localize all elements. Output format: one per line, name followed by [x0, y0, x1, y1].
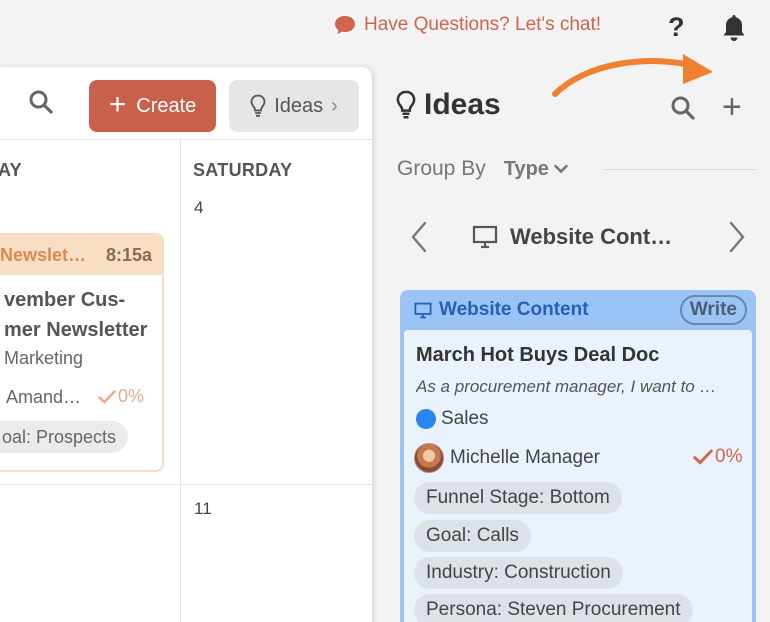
- event-category: Marketing: [4, 348, 84, 368]
- event-owner: Amand…: [6, 387, 82, 407]
- day-header-friday: AY: [0, 160, 22, 180]
- idea-card-header: Website Content Write: [400, 290, 756, 330]
- day-number: 11: [194, 499, 212, 518]
- lightbulb-icon: [396, 90, 416, 119]
- chat-link[interactable]: Have Questions? Let's chat!: [334, 14, 601, 36]
- idea-card-type-label: Website Content: [439, 299, 589, 320]
- event-progress: 0%: [98, 386, 144, 407]
- current-type-text: Website Cont…: [510, 224, 673, 249]
- monitor-icon: [472, 225, 498, 249]
- create-button[interactable]: + Create: [89, 80, 216, 132]
- event-name: Newslet…: [0, 244, 87, 265]
- group-by-value: Type: [503, 157, 549, 180]
- event-title-line: vember Cus-: [4, 289, 126, 311]
- grid-line: [0, 484, 372, 485]
- divider: [604, 169, 756, 170]
- idea-card-title: March Hot Buys Deal Doc: [416, 344, 660, 366]
- plus-icon: +: [108, 87, 127, 121]
- current-type-label: Website Cont…: [472, 224, 672, 250]
- tag-chip[interactable]: Goal: Calls: [414, 520, 531, 552]
- chevron-left-icon[interactable]: [409, 220, 429, 254]
- calendar-event-card[interactable]: Newslet… 8:15a vember Cus- mer Newslette…: [0, 233, 164, 472]
- chevron-right-icon: ›: [331, 94, 338, 117]
- search-icon[interactable]: [28, 89, 54, 115]
- idea-card-owner-name: Michelle Manager: [450, 447, 600, 468]
- ideas-title-label: Ideas: [424, 88, 501, 121]
- ideas-panel-title: Ideas: [396, 88, 501, 122]
- event-title: vember Cus- mer Newsletter: [4, 285, 162, 345]
- calendar-panel: + Create Ideas › AY SATURDAY 4 11 Newsle…: [0, 67, 372, 622]
- idea-card[interactable]: Website Content Write March Hot Buys Dea…: [400, 290, 756, 622]
- event-tag[interactable]: oal: Prospects: [0, 421, 129, 453]
- grid-line: [0, 139, 372, 140]
- idea-card-progress: 0%: [693, 446, 742, 468]
- chevron-right-icon[interactable]: [727, 220, 747, 254]
- bell-icon[interactable]: [721, 13, 747, 43]
- idea-card-category: Sales: [416, 408, 489, 430]
- idea-card-type: Website Content: [414, 299, 589, 321]
- checkmark-icon: [98, 389, 116, 404]
- category-dot-icon: [416, 409, 436, 429]
- ideas-toggle-button[interactable]: Ideas ›: [229, 80, 359, 132]
- tag-chip[interactable]: Funnel Stage: Bottom: [414, 482, 622, 514]
- idea-card-owner: Michelle Manager: [414, 443, 600, 473]
- write-button[interactable]: Write: [679, 295, 747, 325]
- idea-card-body: March Hot Buys Deal Doc As a procurement…: [404, 330, 752, 622]
- event-progress-value: 0%: [118, 386, 145, 406]
- group-by-control: Group By Type: [397, 157, 568, 181]
- arrow-annotation-icon: [552, 54, 713, 97]
- ideas-label: Ideas: [274, 94, 324, 117]
- grid-line: [180, 139, 181, 622]
- idea-card-progress-value: 0%: [715, 446, 743, 467]
- tag-chip[interactable]: Persona: Steven Procurement: [414, 594, 693, 622]
- lightbulb-icon: [250, 94, 266, 117]
- day-header-saturday: SATURDAY: [193, 160, 293, 180]
- day-number: 4: [194, 198, 204, 217]
- chat-label: Have Questions? Let's chat!: [364, 14, 602, 35]
- chevron-down-icon: [554, 164, 568, 174]
- group-by-dropdown[interactable]: Type: [504, 158, 568, 181]
- idea-card-description: As a procurement manager, I want to …: [416, 377, 717, 396]
- help-icon[interactable]: ?: [668, 12, 685, 43]
- avatar: [414, 443, 444, 473]
- chat-bubble-icon: [335, 16, 355, 34]
- monitor-icon: [414, 302, 432, 318]
- tag-chip[interactable]: Industry: Construction: [414, 557, 623, 589]
- create-label: Create: [136, 94, 197, 117]
- idea-card-category-label: Sales: [441, 408, 489, 429]
- event-title-line: mer Newsletter: [4, 319, 148, 341]
- checkmark-icon: [693, 449, 713, 465]
- event-time: 8:15a: [105, 244, 152, 265]
- event-header: Newslet… 8:15a: [0, 235, 162, 275]
- group-by-label: Group By: [397, 157, 486, 180]
